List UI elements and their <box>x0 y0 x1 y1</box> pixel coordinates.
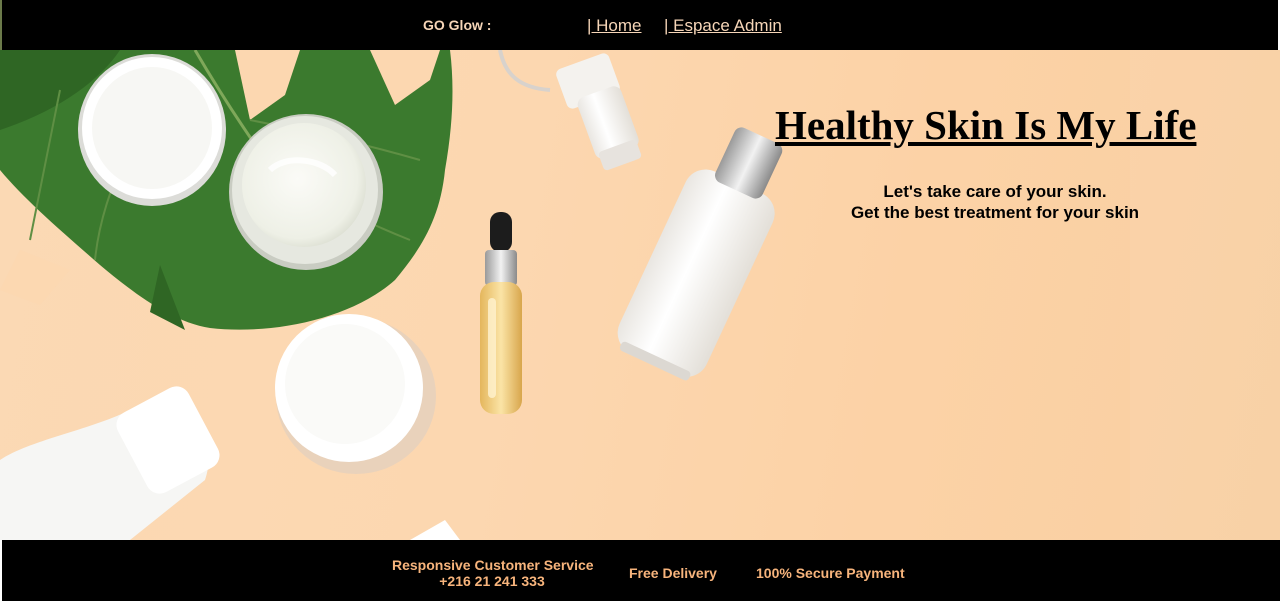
top-nav-bar: GO Glow : | Home | Espace Admin <box>0 0 1278 50</box>
serum-dropper <box>480 212 522 414</box>
feature-secure-payment: 100% Secure Payment <box>756 565 905 581</box>
tube-bottle <box>0 386 220 540</box>
cap-fragment <box>410 520 460 540</box>
monstera-leaf <box>0 50 453 330</box>
feature-customer-service-title: Responsive Customer Service <box>392 557 594 573</box>
nav-link-espace-admin[interactable]: | Espace Admin <box>664 16 782 36</box>
page: GO Glow : | Home | Espace Admin Healthy … <box>0 0 1280 601</box>
white-puck <box>275 314 436 474</box>
feature-free-delivery: Free Delivery <box>629 565 717 581</box>
hero-banner: Healthy Skin Is My Life Let's take care … <box>0 50 1280 540</box>
nav-link-home[interactable]: | Home <box>587 16 642 36</box>
brand-label: GO Glow : <box>423 17 492 33</box>
jar-lid <box>78 54 226 206</box>
cream-jar <box>229 114 383 270</box>
spray-pump <box>498 50 642 171</box>
footer-bar: Responsive Customer Service +216 21 241 … <box>2 540 1280 601</box>
hero-subtitle-line-2: Get the best treatment for your skin <box>850 203 1140 222</box>
hero-title: Healthy Skin Is My Life <box>775 102 1197 148</box>
feature-customer-service-phone: +216 21 241 333 <box>439 573 545 589</box>
hero-subtitle-line-1: Let's take care of your skin. <box>883 182 1107 201</box>
feature-customer-service: Responsive Customer Service +216 21 241 … <box>392 557 594 589</box>
